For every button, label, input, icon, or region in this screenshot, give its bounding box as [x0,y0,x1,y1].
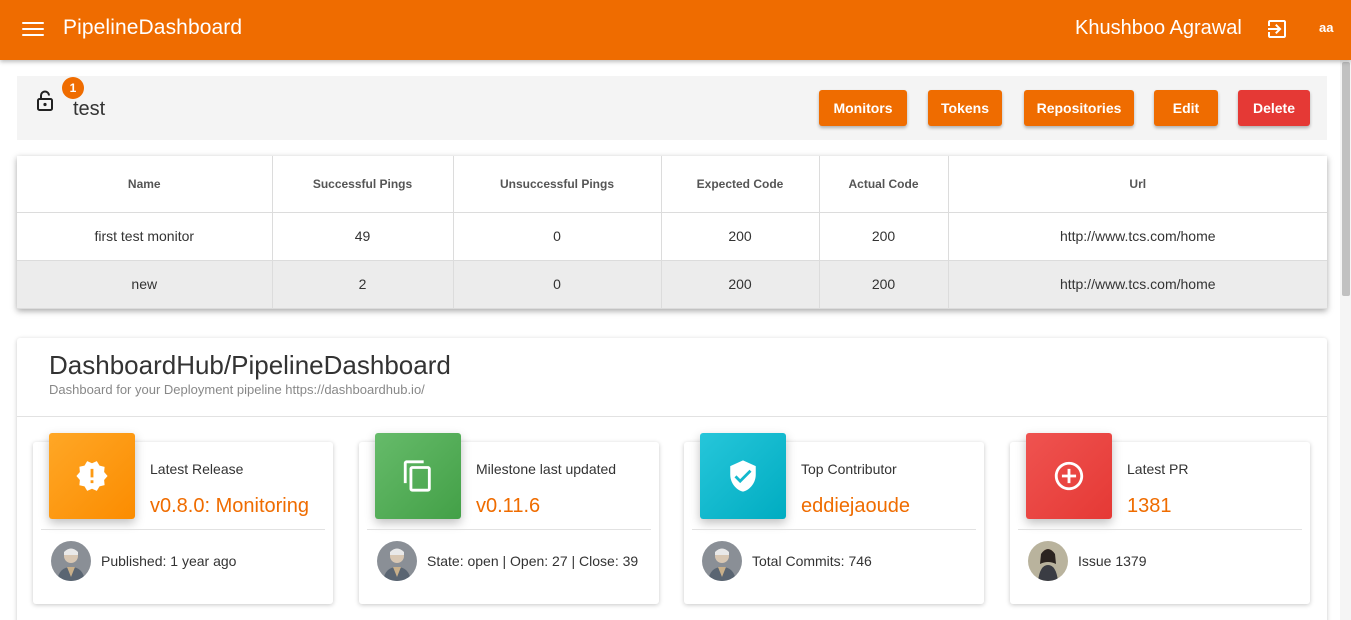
tokens-button[interactable]: Tokens [928,90,1002,126]
avatar [51,541,91,581]
stat-value[interactable]: v0.8.0: Monitoring [150,495,309,518]
project-header: 1 test Monitors Tokens Repositories Edit… [17,76,1327,140]
divider [17,416,1327,417]
table-header-row: Name Successful Pings Unsuccessful Pings… [17,156,1327,213]
stat-footer: Total Commits: 746 [752,553,872,569]
menu-icon[interactable] [22,18,44,40]
stat-card-top-contributor: Top Contributor eddiejaoude Total Commit… [684,433,984,604]
stat-card-milestone: Milestone last updated v0.11.6 State: op… [359,433,659,604]
repository-title[interactable]: DashboardHub/PipelineDashboard [49,350,451,381]
stat-footer: State: open | Open: 27 | Close: 39 [427,553,639,569]
avatar [377,541,417,581]
cell-unsuccessful-pings: 0 [453,212,662,261]
divider [1018,529,1302,530]
stat-card-latest-pr: Latest PR 1381 Issue 1379 [1010,433,1310,604]
table-row[interactable]: first test monitor 49 0 200 200 http://w… [17,212,1327,261]
avatar [702,541,742,581]
lock-open-icon[interactable] [35,89,55,113]
repository-card: DashboardHub/PipelineDashboard Dashboard… [17,338,1327,620]
cell-name: new [17,260,273,309]
user-name: Khushboo Agrawal [1075,17,1242,39]
cell-successful-pings: 49 [272,212,454,261]
column-header-name[interactable]: Name [17,156,273,213]
column-header-unsuccessful-pings[interactable]: Unsuccessful Pings [453,156,662,213]
project-name: test [73,98,106,120]
avatar [1028,541,1068,581]
verified-shield-icon [700,433,786,519]
cell-successful-pings: 2 [272,260,454,309]
column-header-url[interactable]: Url [948,156,1327,213]
stat-footer: Published: 1 year ago [101,553,237,569]
cell-expected-code: 200 [661,260,820,309]
cell-url: http://www.tcs.com/home [948,260,1327,309]
column-header-successful-pings[interactable]: Successful Pings [272,156,454,213]
cell-actual-code: 200 [819,212,949,261]
alert-badge-icon [49,433,135,519]
notification-badge: 1 [62,77,84,99]
monitors-table: Name Successful Pings Unsuccessful Pings… [17,156,1327,309]
cell-actual-code: 200 [819,260,949,309]
monitors-button[interactable]: Monitors [819,90,907,126]
repository-description: Dashboard for your Deployment pipeline h… [49,382,425,397]
cell-expected-code: 200 [661,212,820,261]
column-header-expected-code[interactable]: Expected Code [661,156,820,213]
cell-url: http://www.tcs.com/home [948,212,1327,261]
stat-label: Top Contributor [801,461,897,477]
add-circle-icon [1026,433,1112,519]
scrollbar-thumb[interactable] [1342,62,1350,296]
copy-icon [375,433,461,519]
stat-value[interactable]: v0.11.6 [476,495,540,518]
stat-value[interactable]: eddiejaoude [801,495,910,518]
repositories-button[interactable]: Repositories [1024,90,1134,126]
app-title[interactable]: PipelineDashboard [63,16,242,40]
divider [367,529,651,530]
app-toolbar: PipelineDashboard Khushboo Agrawal aa [0,0,1351,60]
user-avatar-initials[interactable]: aa [1319,20,1333,35]
logout-icon[interactable] [1265,17,1289,41]
cell-unsuccessful-pings: 0 [453,260,662,309]
cell-name: first test monitor [17,212,273,261]
column-header-actual-code[interactable]: Actual Code [819,156,949,213]
delete-button[interactable]: Delete [1238,90,1310,126]
stat-card-latest-release: Latest Release v0.8.0: Monitoring Publis… [33,433,333,604]
divider [692,529,976,530]
stat-label: Latest Release [150,461,244,477]
stat-label: Latest PR [1127,461,1189,477]
stat-value[interactable]: 1381 [1127,495,1172,518]
table-row[interactable]: new 2 0 200 200 http://www.tcs.com/home [17,260,1327,309]
edit-button[interactable]: Edit [1154,90,1218,126]
stat-footer: Issue 1379 [1078,553,1147,569]
stat-label: Milestone last updated [476,461,617,477]
divider [41,529,325,530]
